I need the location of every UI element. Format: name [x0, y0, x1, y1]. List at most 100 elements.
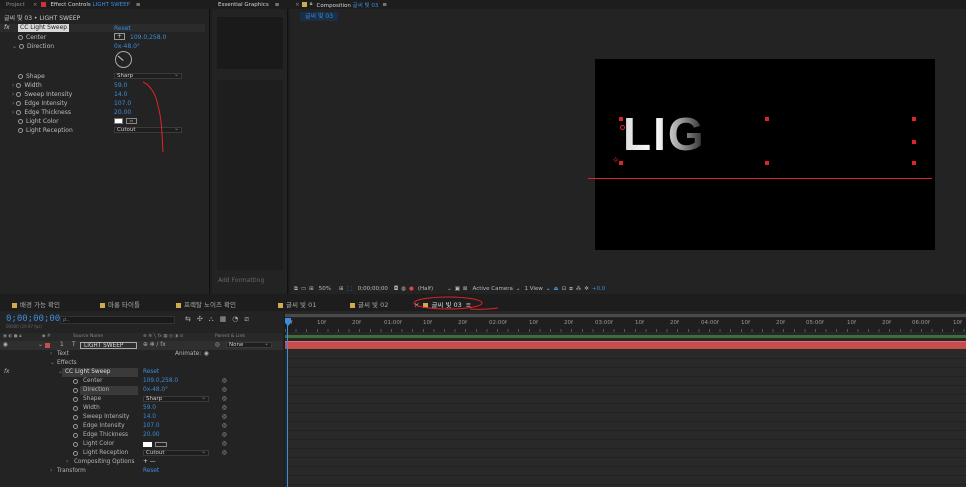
stopwatch-icon[interactable]	[18, 74, 23, 79]
tl-prop-edge-thickness[interactable]: Edge Thickness 20.00 ◎	[0, 431, 283, 440]
ec-reset-link[interactable]: Reset	[114, 25, 131, 32]
lock-icon[interactable]: 🔒︎	[310, 1, 313, 8]
eg-add-formatting[interactable]: Add Formatting	[218, 277, 264, 284]
comp-subtab[interactable]: 글씨 빛 03	[300, 12, 339, 21]
timeline-search-input[interactable]: ρ..	[60, 316, 175, 324]
menu-icon[interactable]: ≡	[382, 2, 387, 8]
tl-prop-shape[interactable]: ShapeSharp◎	[0, 395, 283, 404]
eyedropper-icon[interactable]	[155, 442, 167, 447]
snapshot-icon[interactable]: ⧉	[294, 286, 298, 293]
parent-header[interactable]: Parent & Link	[215, 333, 245, 341]
layer-name[interactable]: LIGHT SWEEP	[80, 342, 137, 349]
view-options-icon[interactable]: ⊞	[309, 286, 314, 292]
link-icon[interactable]: ◎	[222, 422, 227, 431]
close-icon[interactable]: ×	[290, 2, 302, 8]
link-icon[interactable]: ◎	[222, 395, 227, 404]
tree-text[interactable]: › Text Animate: ◉	[0, 350, 283, 359]
stopwatch-icon[interactable]	[73, 433, 78, 438]
color-icon[interactable]: ●	[409, 286, 414, 292]
tl-light-color-swatch[interactable]	[143, 442, 152, 447]
tl-prop-width[interactable]: Width 59.0 ◎	[0, 404, 283, 413]
sweep-center-marker[interactable]: ✧	[612, 157, 620, 166]
exposure-icon[interactable]: ✲	[584, 286, 589, 292]
chevron-down-icon[interactable]: ⌄	[516, 286, 521, 292]
stopwatch-icon[interactable]	[18, 119, 23, 124]
toggle-pixel-icon[interactable]: ⊡	[562, 286, 567, 292]
tab-effect-controls[interactable]: Effect Controls LIGHT SWEEP	[48, 2, 131, 8]
resolution-dropdown[interactable]: (Half)	[418, 286, 433, 292]
bbox-handle[interactable]	[619, 117, 623, 121]
bbox-handle[interactable]	[765, 161, 769, 165]
ec-edge-thickness-value[interactable]: 20.00	[114, 109, 131, 116]
stopwatch-icon[interactable]	[73, 415, 78, 420]
timeline-tab[interactable]: 프렉탈 노이즈 확인	[176, 299, 236, 309]
stopwatch-icon[interactable]	[73, 388, 78, 393]
comp-flow-icon[interactable]: ⇆	[185, 315, 197, 323]
reset-link[interactable]: Reset	[143, 368, 159, 377]
bbox-handle[interactable]	[765, 117, 769, 121]
tree-effect[interactable]: fx ⌄ CC Light Sweep Reset	[0, 368, 283, 377]
tl-prop-light-color[interactable]: Light Color ◎	[0, 440, 283, 449]
camera-icon[interactable]: ◘	[394, 286, 398, 292]
stopwatch-icon[interactable]	[73, 379, 78, 384]
comp-canvas[interactable]: LIG ✧	[595, 59, 935, 250]
fast-preview-icon[interactable]: ⏏	[553, 286, 558, 292]
exposure-value[interactable]: +0.0	[592, 286, 605, 292]
view-layout-dropdown[interactable]: 1 View	[525, 286, 543, 292]
shy-icon[interactable]: ⛬	[209, 315, 220, 323]
stopwatch-icon[interactable]	[18, 128, 23, 133]
chevron-down-icon[interactable]: ⌄	[38, 341, 43, 350]
tl-prop-center[interactable]: Center 109.0,258.0 ◎	[0, 377, 283, 386]
eye-icon[interactable]: ◉	[3, 341, 8, 350]
tl-prop-edge-intensity[interactable]: Edge Intensity 107.0 ◎	[0, 422, 283, 431]
bbox-handle[interactable]	[912, 161, 916, 165]
crosshair-icon[interactable]: +	[114, 33, 125, 40]
animate-button[interactable]: Animate:	[175, 350, 201, 359]
play-icon[interactable]: ◉	[204, 350, 209, 359]
frame-blend-icon[interactable]: ▦	[220, 315, 233, 323]
grid-icon[interactable]: ⊞	[339, 286, 344, 292]
region-icon[interactable]: ⬚	[347, 286, 352, 292]
reset-link[interactable]: Reset	[143, 467, 159, 476]
work-area-green-bar[interactable]	[285, 335, 966, 338]
link-icon[interactable]: ◎	[222, 431, 227, 440]
playhead-line[interactable]	[287, 325, 288, 487]
layer-row[interactable]: ◉ ⌄ 1 T LIGHT SWEEP ⊕ ✻ ∕ fx ◎ None	[0, 341, 283, 350]
stopwatch-icon[interactable]	[73, 442, 78, 447]
link-icon[interactable]: ◎	[222, 449, 227, 458]
ec-center-value[interactable]: 109.0,258.0	[130, 34, 166, 41]
angle-dial[interactable]	[115, 51, 132, 68]
bbox-handle[interactable]	[912, 117, 916, 121]
preview-icon[interactable]: ▭	[301, 286, 306, 292]
tl-shape-dropdown[interactable]: Sharp	[143, 395, 209, 402]
layer-switches[interactable]: ⊕ ✻ ∕ fx	[143, 341, 166, 350]
stopwatch-icon[interactable]	[73, 451, 78, 456]
chevron-down-icon[interactable]: ⌄	[447, 286, 452, 292]
link-icon[interactable]: ◎	[222, 377, 227, 386]
eyedropper-icon[interactable]: ▭	[126, 118, 137, 124]
tl-prop-sweep-intensity[interactable]: Sweep Intensity 14.0 ◎	[0, 413, 283, 422]
tree-effects[interactable]: ⌄ Effects	[0, 359, 283, 368]
bbox-handle[interactable]	[912, 140, 916, 144]
ec-edge-intensity-value[interactable]: 107.0	[114, 100, 131, 107]
anchor-point-icon[interactable]	[620, 125, 625, 130]
link-icon[interactable]: ◎	[222, 440, 227, 449]
link-icon[interactable]: ◎	[222, 413, 227, 422]
source-name-header[interactable]: Source Name	[73, 333, 103, 341]
tab-essential-graphics[interactable]: Essential Graphics	[212, 2, 275, 8]
mask-icon[interactable]: ⊠	[463, 286, 468, 292]
tab-composition[interactable]: Composition 글씨 빛 03	[317, 1, 379, 9]
layer-duration-bar[interactable]	[285, 341, 966, 349]
draft-3d-icon[interactable]: ✣	[197, 315, 209, 323]
camera-dropdown[interactable]: Active Camera	[473, 286, 513, 292]
stopwatch-icon[interactable]	[16, 83, 22, 88]
timeline-icon[interactable]: ⧈	[569, 286, 573, 293]
tl-light-reception-dropdown[interactable]: Cutout	[143, 449, 209, 456]
timeline-timecode[interactable]: 0;00;00;00	[6, 314, 60, 324]
ec-effect-name[interactable]: CC Light Sweep	[18, 24, 70, 32]
tab-project[interactable]: Project	[0, 2, 31, 8]
stopwatch-icon[interactable]	[73, 397, 78, 402]
zoom-dropdown[interactable]: 50%	[319, 286, 331, 292]
time-ruler[interactable]: 0f 10f 20f 01:00f 10f 20f 02:00f 10f 20f…	[285, 318, 966, 332]
tree-transform[interactable]: › Transform Reset	[0, 467, 283, 476]
